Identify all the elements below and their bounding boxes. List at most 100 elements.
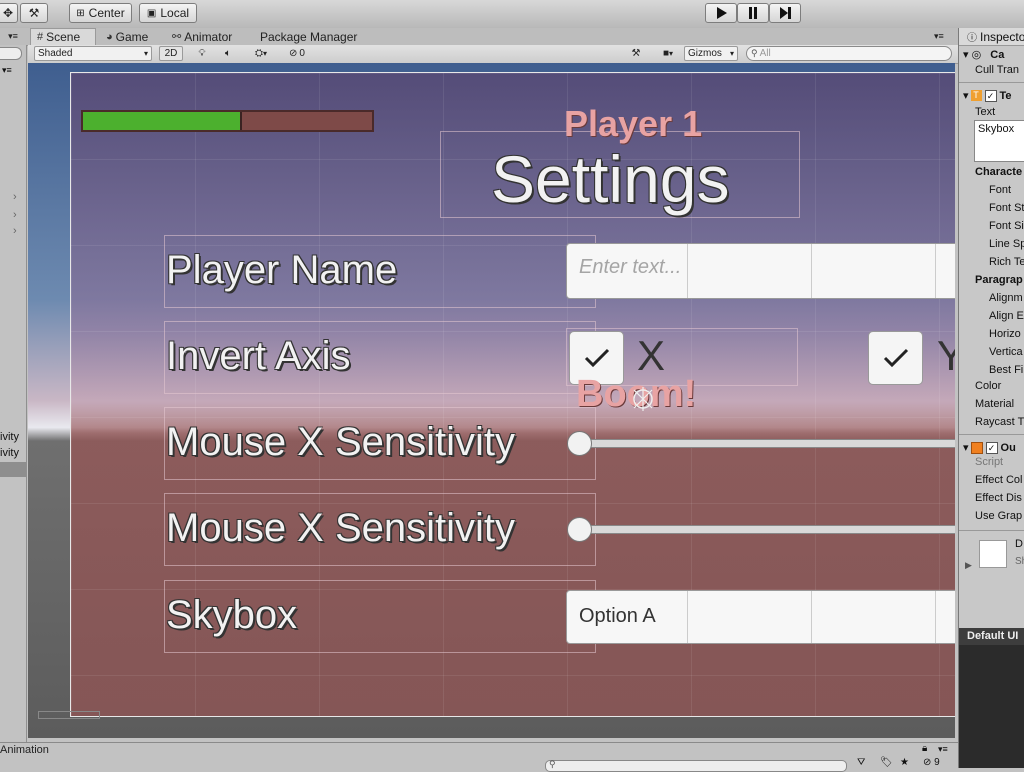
play-icon: [717, 7, 727, 19]
inspector-panel: ⓘ Inspecto ▾ ◎ Ca Cull Tran ▾ T ✓ Te Tex…: [958, 28, 1024, 768]
pivot-local-button[interactable]: ▣ Local: [139, 3, 197, 23]
tab-scene[interactable]: # Scene: [30, 28, 96, 45]
divider: [959, 530, 1024, 531]
center-label: Center: [88, 6, 125, 20]
tab-inspector[interactable]: ⓘ Inspecto: [959, 28, 1024, 46]
scene-toolbar: Shaded ▾ 2D 💡︎ 🔈︎ ⛭ ▾ ⊘ 0 ⚒ ■ ▾ Gizmos ▾…: [28, 45, 958, 64]
dropdown-arrow-icon: ▾: [669, 49, 674, 58]
hidden-packages-toggle[interactable]: ⊘ 9: [923, 757, 940, 768]
outline-component-header[interactable]: ▾ ✓ Ou: [963, 441, 1016, 454]
local-label: Local: [160, 6, 190, 20]
step-button[interactable]: [769, 3, 801, 23]
script-label: Script: [975, 456, 1004, 468]
lighting-toggle-button[interactable]: 💡︎: [190, 46, 214, 61]
tab-scene-label: Scene: [46, 30, 81, 44]
camera-component-header[interactable]: ▾ ◎ Ca: [963, 48, 1004, 61]
expand-arrow-icon[interactable]: ▶: [965, 560, 972, 571]
hierarchy-menu-icon[interactable]: ▾≡: [2, 65, 12, 76]
gizmos-dropdown[interactable]: Gizmos ▾: [684, 46, 738, 61]
expand-arrow-icon[interactable]: ›: [13, 191, 17, 203]
expand-arrow-icon[interactable]: ›: [13, 209, 17, 221]
color-label: Color: [975, 380, 1002, 392]
shading-mode-dropdown[interactable]: Shaded ▾: [34, 46, 152, 61]
material-preview-area: [959, 645, 1024, 768]
outline-component-name: Ou: [1000, 441, 1016, 454]
paragraph-header[interactable]: Paragrap: [975, 274, 1023, 286]
local-cube-icon: ▣: [146, 7, 157, 19]
label-tag-icon[interactable]: 🏷︎: [880, 757, 893, 768]
tab-package-manager[interactable]: Package Manager: [260, 28, 360, 45]
lock-icon[interactable]: 🔒︎: [922, 743, 927, 754]
hierarchy-item[interactable]: ivity: [0, 431, 19, 443]
tab-animator[interactable]: ⚯ Animator: [172, 28, 252, 45]
vertical-overflow-label: Vertica: [989, 346, 1023, 358]
mouse-x-slider-2-track[interactable]: [581, 525, 955, 534]
raycast-target-label: Raycast T: [975, 416, 1024, 428]
collapse-arrow-icon: ▾: [963, 442, 969, 454]
enabled-checkbox[interactable]: ✓: [984, 89, 997, 102]
scene-view[interactable]: Player 1 Settings Player Name Enter text…: [28, 63, 955, 738]
scene-search-input[interactable]: ⚲ All: [746, 46, 952, 61]
player-name-input[interactable]: Enter text...: [566, 243, 955, 299]
ui-canvas[interactable]: Player 1 Settings Player Name Enter text…: [70, 72, 955, 717]
shading-mode-value: Shaded: [38, 48, 73, 59]
checkmark-icon: [883, 348, 908, 368]
mouse-x-slider-1-track[interactable]: [581, 439, 955, 448]
invert-axis-label: Invert Axis: [166, 334, 351, 378]
text-component-header[interactable]: ▾ T ✓ Te: [963, 89, 1012, 102]
tools-icon: ⚒: [631, 48, 641, 59]
star-icon[interactable]: ★: [900, 757, 909, 768]
audio-toggle-button[interactable]: 🔈︎: [216, 46, 240, 61]
scene-menu-button[interactable]: ▾≡: [934, 28, 956, 45]
gizmos-label: Gizmos: [688, 48, 722, 59]
menu-icon[interactable]: ▾≡: [938, 744, 948, 755]
character-header[interactable]: Characte: [975, 166, 1022, 178]
camera-dropdown-button[interactable]: ■ ▾: [654, 46, 682, 61]
alignment-label: Alignm: [989, 292, 1023, 304]
hidden-count: 0: [299, 48, 305, 59]
effects-dropdown-button[interactable]: ⛭ ▾: [246, 46, 276, 61]
effects-icon: ⛭: [254, 48, 263, 59]
editor-tab-bar: ▾≡ # Scene ◕ Game ⚯ Animator Package Man…: [0, 28, 958, 46]
hierarchy-selected-item[interactable]: [0, 462, 26, 477]
dropdown-arrow-icon: ▾: [729, 49, 734, 58]
font-style-label: Font St: [989, 202, 1024, 214]
pause-icon: [749, 7, 757, 19]
hierarchy-search-input[interactable]: [0, 47, 22, 60]
hand-tool-button[interactable]: ✥: [0, 3, 18, 23]
filter-type-icon[interactable]: ⛛: [857, 757, 865, 768]
preview-header[interactable]: Default UI: [959, 628, 1024, 645]
step-icon: [780, 7, 791, 19]
hand-tool-icon: ✥: [2, 6, 14, 20]
left-panel-menu-button[interactable]: ▾≡: [0, 28, 26, 45]
skybox-dropdown[interactable]: Option A: [566, 590, 955, 644]
pivot-center-button[interactable]: ⊞ Center: [69, 3, 132, 23]
2d-label: 2D: [164, 48, 178, 59]
mouse-x-slider-1-handle[interactable]: [567, 431, 592, 456]
hidden-objects-toggle[interactable]: ⊘ 0: [282, 46, 312, 61]
tab-game[interactable]: ◕ Game: [106, 28, 166, 45]
mini-canvas-gizmo: [38, 711, 100, 719]
player-name-label: Player Name: [166, 248, 398, 292]
pause-button[interactable]: [737, 3, 769, 23]
divider: [959, 434, 1024, 435]
expand-arrow-icon[interactable]: ›: [13, 225, 17, 237]
enabled-checkbox[interactable]: ✓: [985, 441, 998, 454]
hierarchy-item[interactable]: ivity: [0, 447, 19, 459]
text-value-input[interactable]: Skybox: [974, 120, 1024, 162]
script-component-icon: [970, 441, 983, 454]
tools-button[interactable]: ⚒: [20, 3, 48, 23]
project-search-input[interactable]: ⚲: [545, 759, 847, 772]
play-button[interactable]: [705, 3, 737, 23]
scene-tools-button[interactable]: ⚒: [626, 46, 646, 61]
health-bar-fill: [83, 112, 242, 130]
tab-animation[interactable]: Animation: [0, 744, 49, 756]
center-pivot-icon: ⊞: [76, 7, 85, 19]
skybox-selected-option: Option A: [579, 605, 656, 627]
2d-toggle-button[interactable]: 2D: [159, 46, 183, 61]
mouse-x-slider-2-handle[interactable]: [567, 517, 592, 542]
divider: [959, 82, 1024, 83]
invert-y-checkbox[interactable]: [868, 331, 923, 385]
hidden-packages-count: 9: [934, 757, 940, 768]
align-by-label: Align E: [989, 310, 1024, 322]
